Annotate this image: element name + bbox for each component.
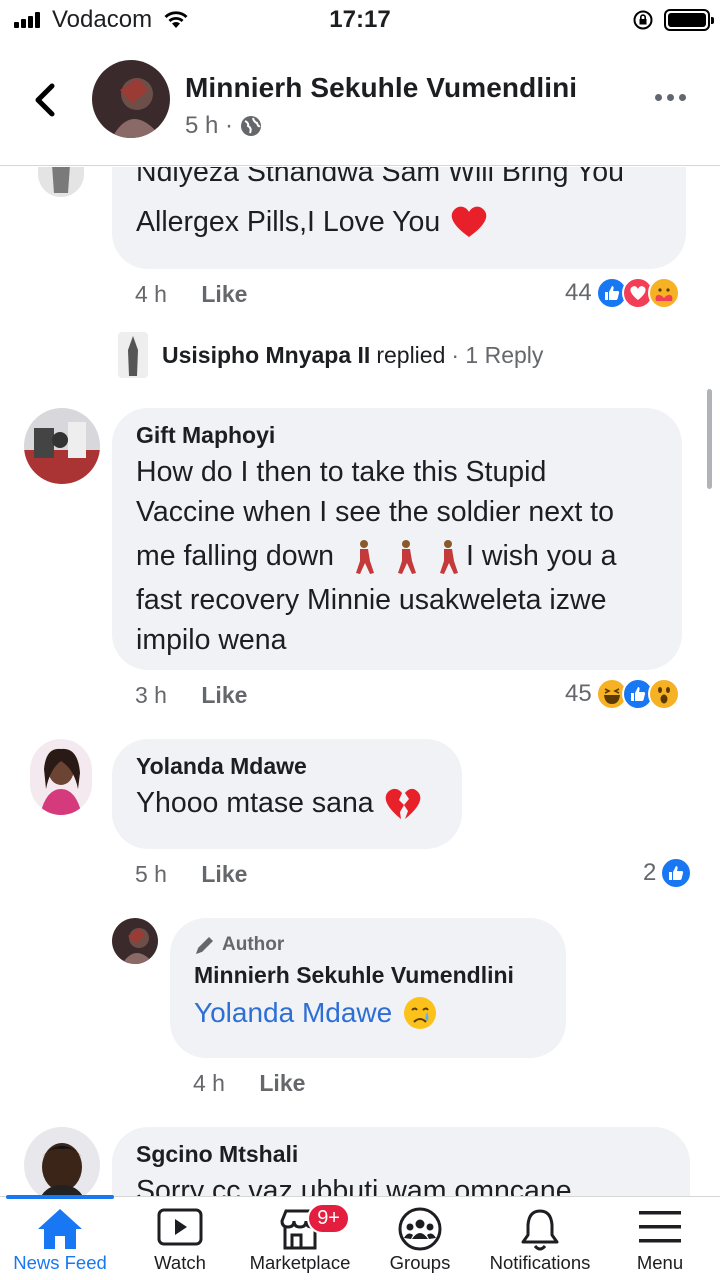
commenter-avatar[interactable] xyxy=(24,408,100,484)
nav-label: News Feed xyxy=(13,1252,107,1273)
nav-menu[interactable]: Menu xyxy=(600,1197,720,1280)
comment-bubble: Sgcino Mtshali Sorry cc vaz ubbuti wam o… xyxy=(112,1127,690,1197)
comment-bubble: Gift Maphoyi How do I then to take this … xyxy=(112,408,682,670)
like-button[interactable]: Like xyxy=(201,682,247,708)
more-options-button[interactable] xyxy=(655,94,686,101)
comment-text: Sorry cc vaz ubbuti wam omncane xyxy=(136,1175,572,1197)
red-heart-emoji xyxy=(451,206,487,237)
author-tag-label: Author xyxy=(222,934,285,955)
globe-icon xyxy=(241,116,262,136)
pen-icon xyxy=(196,937,213,954)
reply-author-avatar[interactable] xyxy=(112,918,158,964)
like-button[interactable]: Like xyxy=(201,861,247,887)
replied-label: replied xyxy=(376,341,446,368)
status-bar: Vodacom 17:17 xyxy=(0,0,720,40)
nav-label: Watch xyxy=(154,1252,206,1273)
comment-text: fast recovery Minnie usakweleta izwe xyxy=(136,583,607,616)
back-button[interactable] xyxy=(28,78,64,122)
nav-label: Menu xyxy=(636,1252,684,1273)
commenter-name[interactable]: Minnierh Sekuhle Vumendlini xyxy=(194,962,542,989)
nav-label: Marketplace xyxy=(249,1252,351,1273)
reaction-count: 45 xyxy=(565,680,592,707)
commenter-name[interactable]: Gift Maphoyi xyxy=(136,422,658,449)
post-header: Minnierh Sekuhle Vumendlini 5 h · xyxy=(0,40,720,166)
comment-text: impilo wena xyxy=(136,623,287,656)
replier-avatar xyxy=(118,332,148,378)
comment-time: 3 h xyxy=(135,682,167,708)
view-replies-link[interactable]: Usisipho Mnyapa II replied · 1 Reply xyxy=(118,332,543,378)
comment-text: me falling down xyxy=(136,539,335,572)
reaction-summary[interactable]: 45 xyxy=(565,678,680,710)
groups-icon xyxy=(398,1207,442,1251)
reaction-count: 44 xyxy=(565,279,592,306)
nav-watch[interactable]: Watch xyxy=(120,1197,240,1280)
commenter-avatar[interactable] xyxy=(38,167,84,197)
like-button[interactable]: Like xyxy=(259,1070,305,1096)
commenter-name[interactable]: Sgcino Mtshali xyxy=(136,1141,666,1168)
author-badge: Author xyxy=(194,934,542,956)
rotation-lock-icon xyxy=(633,10,653,30)
battery-icon xyxy=(664,9,714,31)
reaction-count: 2 xyxy=(643,859,657,886)
post-author-name[interactable]: Minnierh Sekuhle Vumendlini xyxy=(185,72,577,104)
comment-text: Ndiyeza Sthandwa Sam Will Bring You xyxy=(136,167,624,188)
comment-text: Allergex Pills,I Love You xyxy=(136,206,441,238)
comment-time: 5 h xyxy=(135,861,167,887)
comment-time: 4 h xyxy=(135,281,167,307)
person-walking-emoji xyxy=(398,539,417,574)
comment-actions: 5 h Like xyxy=(135,861,247,888)
nav-marketplace[interactable]: 9+ Marketplace xyxy=(240,1197,360,1280)
comment-actions: 3 h Like xyxy=(135,682,247,709)
comment-bubble: Yolanda Mdawe Yhooo mtase sana xyxy=(112,739,462,849)
like-reaction-icon xyxy=(660,857,693,889)
post-time: 5 h · xyxy=(185,112,234,139)
comment-text: Yhooo mtase sana xyxy=(136,787,374,819)
reaction-summary[interactable]: 44 xyxy=(565,277,680,309)
reply-count: · 1 Reply xyxy=(451,341,544,368)
person-walking-emoji xyxy=(440,539,459,574)
comment-text: Vaccine when I see the soldier next to xyxy=(136,495,614,528)
commenter-avatar[interactable] xyxy=(30,739,92,815)
comment-actions: 4 h Like xyxy=(135,281,247,308)
mention-link[interactable]: Yolanda Mdawe xyxy=(194,997,392,1029)
person-walking-emoji xyxy=(356,539,375,574)
comment-text: How do I then to take this Stupid xyxy=(136,456,547,488)
reaction-summary[interactable]: 2 xyxy=(643,857,693,889)
nav-label: Notifications xyxy=(489,1252,591,1273)
menu-icon xyxy=(639,1211,681,1243)
author-avatar[interactable] xyxy=(92,60,170,138)
watch-icon xyxy=(157,1208,203,1246)
nav-label: Groups xyxy=(389,1252,451,1273)
reply-actions: 4 h Like xyxy=(193,1070,305,1097)
bell-icon xyxy=(521,1209,559,1251)
comment-bubble: Ndiyeza Sthandwa Sam Will Bring You Alle… xyxy=(112,167,686,269)
marketplace-badge: 9+ xyxy=(307,1203,350,1234)
status-time: 17:17 xyxy=(329,6,391,33)
scrollbar[interactable] xyxy=(707,389,712,489)
comments-list: Ndiyeza Sthandwa Sam Will Bring You Alle… xyxy=(0,167,720,1197)
nav-groups[interactable]: Groups xyxy=(360,1197,480,1280)
comment-time: 4 h xyxy=(193,1070,225,1096)
commenter-name[interactable]: Yolanda Mdawe xyxy=(136,753,438,780)
nav-notifications[interactable]: Notifications xyxy=(480,1197,600,1280)
commenter-avatar[interactable] xyxy=(24,1127,100,1197)
reply-bubble: Author Minnierh Sekuhle Vumendlini Yolan… xyxy=(170,918,566,1058)
bottom-navigation: News Feed Watch 9+ Marketplace Groups No… xyxy=(0,1195,720,1280)
broken-heart-emoji xyxy=(385,788,421,819)
crying-face-emoji xyxy=(404,997,437,1029)
like-button[interactable]: Like xyxy=(201,281,247,307)
home-icon xyxy=(38,1209,82,1249)
post-meta: 5 h · xyxy=(185,112,263,140)
wow-reaction-icon xyxy=(647,678,680,710)
comment-text: I wish you a xyxy=(466,539,617,572)
replier-name: Usisipho Mnyapa II xyxy=(162,341,371,368)
nav-news-feed[interactable]: News Feed xyxy=(0,1195,120,1280)
care-reaction-icon xyxy=(647,277,680,309)
